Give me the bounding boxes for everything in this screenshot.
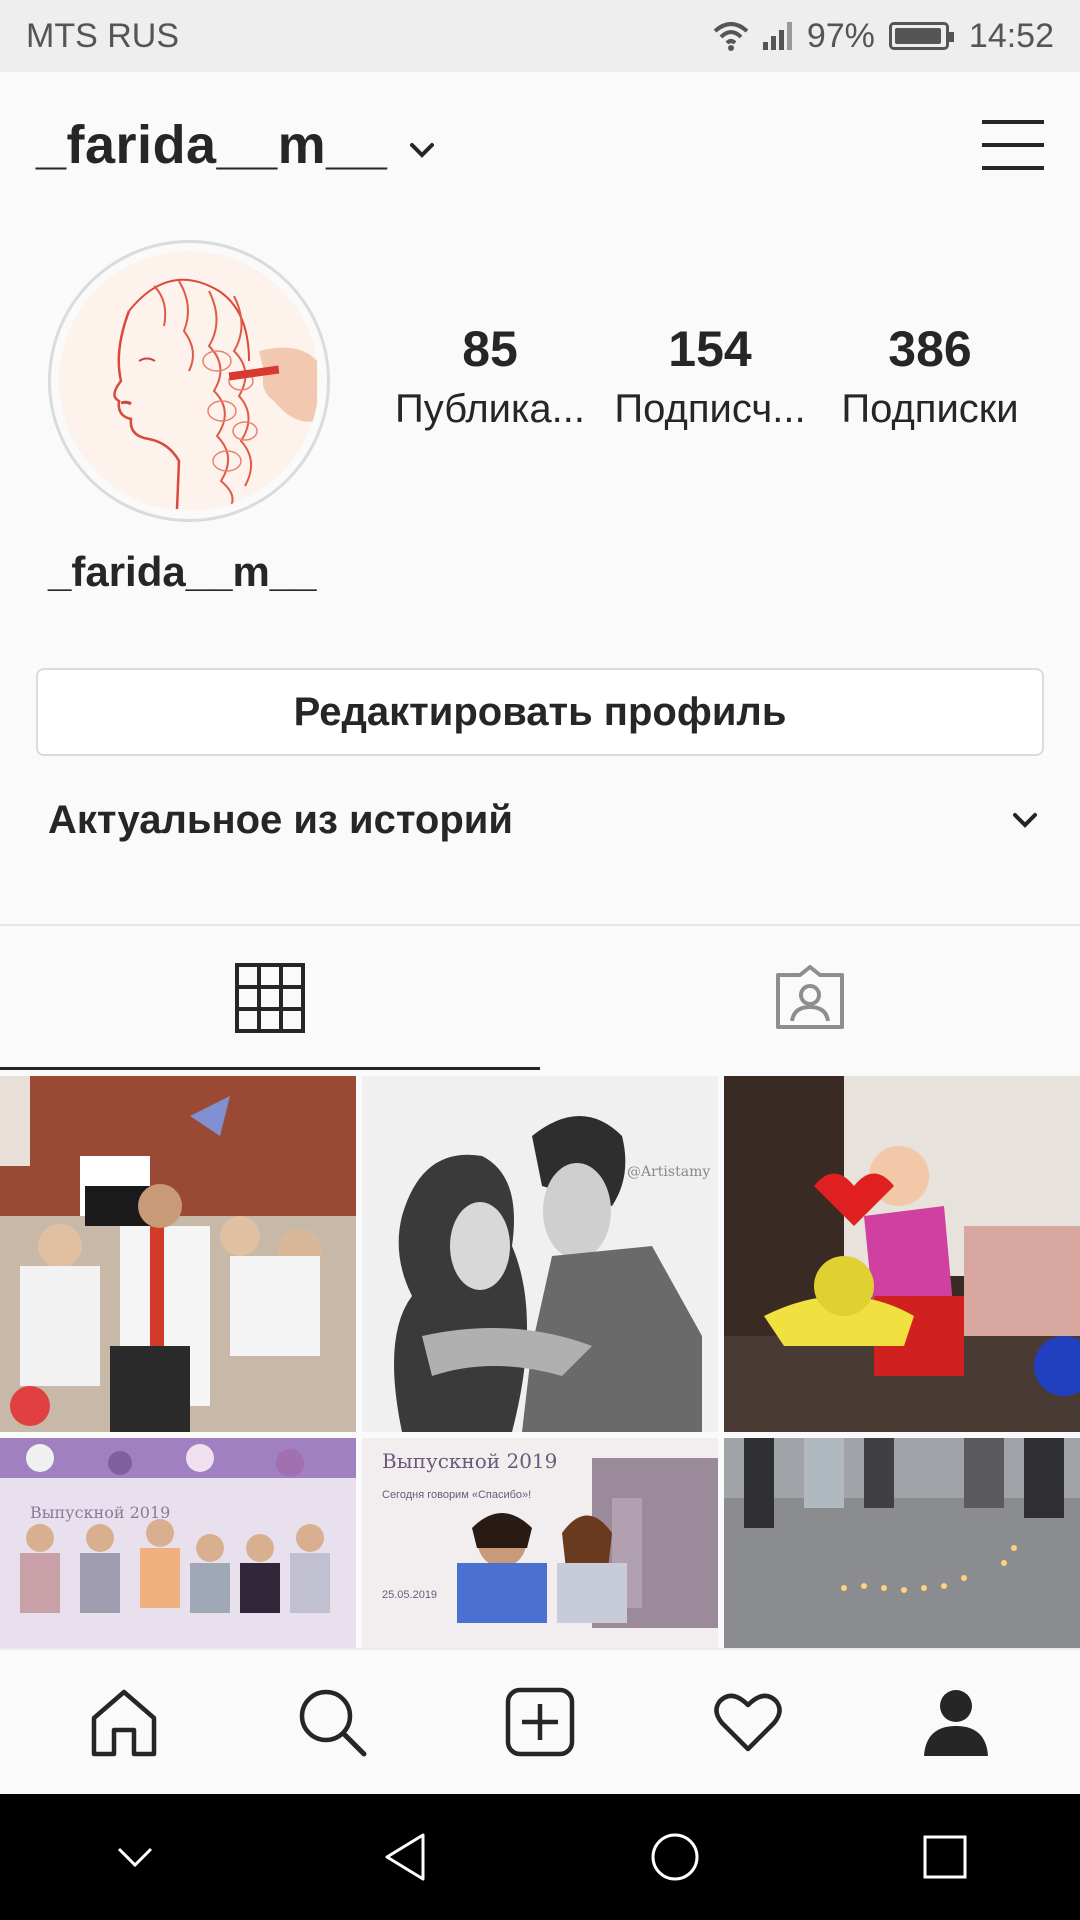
avatar[interactable]	[48, 240, 330, 522]
status-icons: 97% 14:52	[711, 17, 1054, 56]
nav-profile[interactable]	[896, 1662, 1016, 1782]
profile-stats: 85 Публика... 154 Подписч... 386 Подписк…	[380, 322, 1040, 432]
profile-header: _farida__m__	[0, 72, 1080, 217]
chevron-down-icon[interactable]	[409, 141, 435, 159]
post-thumbnail[interactable]: Выпускной 2019	[0, 1438, 356, 1652]
grid-icon	[235, 963, 305, 1033]
wifi-icon	[713, 22, 749, 51]
hide-keyboard-button[interactable]	[75, 1807, 195, 1907]
highlights-title: Актуальное из историй	[48, 797, 513, 842]
activity-heart-icon	[714, 1693, 782, 1752]
battery-fill	[894, 28, 942, 44]
svg-text:Выпускной 2019: Выпускной 2019	[382, 1449, 557, 1473]
recents-button[interactable]	[885, 1807, 1005, 1907]
nav-search[interactable]	[272, 1662, 392, 1782]
stat-following[interactable]: 386 Подписки	[820, 322, 1040, 432]
chevron-down-icon	[1013, 813, 1037, 828]
stat-followers[interactable]: 154 Подписч...	[600, 322, 820, 432]
signal-icon	[762, 22, 792, 50]
nav-home[interactable]	[64, 1662, 184, 1782]
svg-text:Выпускной 2019: Выпускной 2019	[30, 1503, 170, 1522]
svg-text:25.05.2019: 25.05.2019	[382, 1589, 437, 1601]
nav-activity[interactable]	[688, 1662, 808, 1782]
stat-label: Подписки	[841, 387, 1019, 431]
stat-posts[interactable]: 85 Публика...	[380, 322, 600, 432]
bottom-navigation	[0, 1648, 1080, 1794]
svg-text:Сегодня говорим «Спасибо»!: Сегодня говорим «Спасибо»!	[382, 1489, 531, 1501]
system-navigation-bar	[0, 1794, 1080, 1920]
home-icon	[91, 1689, 157, 1757]
profile-tabs	[0, 926, 1080, 1070]
nav-new-post[interactable]	[480, 1662, 600, 1782]
back-button[interactable]	[345, 1807, 465, 1907]
recents-icon	[923, 1835, 967, 1879]
svg-text:@Artistamy: @Artistamy	[627, 1164, 710, 1180]
home-button[interactable]	[615, 1807, 735, 1907]
post-thumbnail[interactable]: @Artistamy	[362, 1076, 718, 1432]
hide-keyboard-icon	[117, 1847, 153, 1868]
clock: 14:52	[968, 16, 1054, 55]
stat-value: 386	[888, 321, 972, 377]
tab-grid[interactable]	[0, 926, 540, 1070]
battery-icon	[888, 22, 954, 50]
edit-profile-button[interactable]: Редактировать профиль	[36, 668, 1044, 756]
stat-value: 85	[462, 321, 518, 377]
tagged-icon	[776, 965, 844, 1029]
post-grid: @Artistamy Выпускной 2019 Выпускной 2019…	[0, 1076, 1080, 1652]
display-name: _farida__m__	[48, 548, 317, 595]
stat-value: 154	[668, 321, 752, 377]
story-highlights-toggle[interactable]: Актуальное из историй	[48, 790, 1038, 850]
hamburger-menu-icon[interactable]	[982, 118, 1044, 172]
post-thumbnail[interactable]	[724, 1076, 1080, 1432]
search-icon	[299, 1689, 367, 1757]
profile-avatar	[59, 251, 319, 511]
tab-tagged[interactable]	[540, 926, 1080, 1070]
username-title[interactable]: _farida__m__	[36, 114, 387, 176]
battery-percent: 97%	[806, 16, 875, 55]
back-icon	[385, 1833, 425, 1881]
stat-label: Подписч...	[614, 387, 806, 431]
carrier-name: MTS RUS	[26, 16, 179, 55]
home-circle-icon	[651, 1833, 699, 1881]
stat-label: Публика...	[395, 387, 585, 431]
profile-icon	[924, 1690, 988, 1756]
new-post-icon	[505, 1687, 575, 1757]
post-thumbnail[interactable]	[724, 1438, 1080, 1652]
post-thumbnail[interactable]	[0, 1076, 356, 1432]
status-bar: MTS RUS 97% 14:52	[0, 0, 1080, 72]
post-thumbnail[interactable]: Выпускной 2019 Сегодня говорим «Спасибо»…	[362, 1438, 718, 1652]
